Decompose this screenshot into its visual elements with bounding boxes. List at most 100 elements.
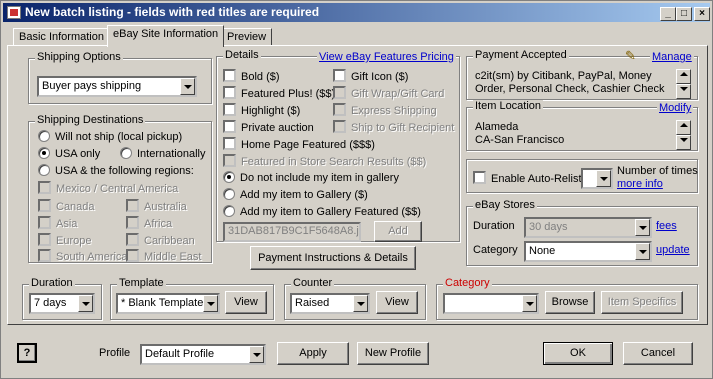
shipping-options-value: Buyer pays shipping [42, 80, 142, 92]
chevron-down-icon[interactable] [596, 170, 611, 187]
region-europe[interactable]: Europe [38, 233, 91, 249]
enable-auto-relist-checkbox[interactable]: Enable Auto-Relist [473, 171, 582, 187]
stores-duration-label: Duration [473, 220, 515, 232]
stores-category-select[interactable]: None [524, 241, 652, 262]
ship-to-gift-label: Ship to Gift Recipient [351, 122, 455, 134]
new-profile-button[interactable]: New Profile [357, 342, 429, 365]
profile-select[interactable]: Default Profile [140, 344, 266, 365]
help-icon[interactable]: ? [17, 343, 37, 363]
tab-basic-information[interactable]: Basic Information [13, 28, 110, 46]
checkbox-icon [223, 69, 236, 82]
region-label: Africa [144, 218, 173, 230]
scroll-up-icon[interactable] [676, 120, 691, 135]
region-canada[interactable]: Canada [38, 199, 95, 215]
region-south-america[interactable]: South America [38, 249, 128, 265]
option-featured-plus[interactable]: Featured Plus! ($$) [223, 86, 335, 102]
option-gift-icon[interactable]: Gift Icon ($) [333, 69, 408, 85]
region-middle-east[interactable]: Middle East [126, 249, 201, 265]
item-specifics-button[interactable]: Item Specifics [601, 291, 683, 314]
option-home-page-featured[interactable]: Home Page Featured ($$$) [223, 137, 375, 153]
gallery-add-button[interactable]: Add [374, 221, 422, 242]
radio-usa-only[interactable]: USA only [38, 147, 100, 163]
chevron-down-icon[interactable] [203, 295, 218, 312]
scroll-down-icon[interactable] [676, 135, 691, 150]
counter-view-button[interactable]: View [376, 291, 418, 314]
region-label: Caribbean [144, 235, 195, 247]
window-title: New batch listing - fields with red titl… [25, 5, 320, 19]
payment-methods-list[interactable]: c2it(sm) by Citibank, PayPal, Money Orde… [473, 69, 691, 99]
region-asia[interactable]: Asia [38, 216, 77, 232]
minimize-button[interactable]: _ [660, 7, 676, 21]
option-featured-store[interactable]: Featured in Store Search Results ($$) [223, 154, 426, 170]
tab-ebay-site-information[interactable]: eBay Site Information [107, 25, 225, 47]
maximize-button[interactable]: □ [676, 7, 692, 21]
counter-label: Counter [291, 277, 335, 289]
gallery-add-label: Add my item to Gallery ($) [240, 189, 368, 201]
region-label: Mexico / Central America [56, 183, 179, 195]
radio-usa-following-regions[interactable]: USA & the following regions: [38, 164, 194, 180]
template-select[interactable]: * Blank Template [116, 293, 220, 314]
checkbox-icon [223, 120, 236, 133]
featured-plus-label: Featured Plus! ($$) [241, 88, 336, 100]
radio-gallery-add[interactable]: Add my item to Gallery ($) [223, 188, 368, 204]
express-shipping-label: Express Shipping [351, 105, 437, 117]
tab-preview[interactable]: Preview [221, 28, 273, 46]
close-button[interactable]: × [694, 7, 710, 21]
region-mexico-central-america[interactable]: Mexico / Central America [38, 181, 178, 197]
scroll-up-icon[interactable] [676, 69, 691, 84]
counter-select[interactable]: Raised [290, 293, 370, 314]
region-australia[interactable]: Australia [126, 199, 187, 215]
item-location-list[interactable]: Alameda CA-San Francisco [473, 120, 691, 150]
gallery-image-field[interactable]: 31DAB817B9C1F5648A8.jp [223, 222, 361, 242]
radio-icon [120, 147, 132, 159]
chevron-down-icon[interactable] [635, 243, 650, 260]
region-africa[interactable]: Africa [126, 216, 172, 232]
chevron-down-icon[interactable] [249, 346, 264, 363]
apply-button[interactable]: Apply [277, 342, 349, 365]
radio-icon [223, 188, 235, 200]
radio-will-not-ship[interactable]: Will not ship (local pickup) [38, 130, 182, 146]
scroll-down-icon[interactable] [676, 84, 691, 99]
fees-link[interactable]: fees [656, 220, 677, 232]
title-bar[interactable]: New batch listing - fields with red titl… [3, 3, 710, 22]
option-express-shipping[interactable]: Express Shipping [333, 103, 437, 119]
view-features-pricing-link[interactable]: View eBay Features Pricing [317, 51, 456, 63]
auto-relist-label: Enable Auto-Relist [491, 173, 582, 185]
chevron-down-icon[interactable] [353, 295, 368, 312]
more-info-link[interactable]: more info [617, 178, 663, 190]
ok-button[interactable]: OK [543, 342, 613, 365]
chevron-down-icon[interactable] [78, 295, 93, 312]
modify-location-link[interactable]: Modify [657, 102, 694, 114]
checkbox-icon [333, 103, 346, 116]
stores-duration-select[interactable]: 30 days [524, 217, 652, 238]
chevron-down-icon[interactable] [522, 295, 537, 312]
cancel-button[interactable]: Cancel [623, 342, 693, 365]
option-private-auction[interactable]: Private auction [223, 120, 314, 136]
template-view-button[interactable]: View [225, 291, 267, 314]
payment-methods-text: c2it(sm) by Citibank, PayPal, Money Orde… [475, 70, 665, 95]
duration-select[interactable]: 7 days [29, 293, 95, 314]
region-caribbean[interactable]: Caribbean [126, 233, 195, 249]
chevron-down-icon[interactable] [635, 219, 650, 236]
chevron-down-icon[interactable] [180, 78, 195, 95]
update-link[interactable]: update [656, 244, 690, 256]
payment-instructions-button[interactable]: Payment Instructions & Details [250, 246, 416, 270]
option-ship-to-gift[interactable]: Ship to Gift Recipient [333, 120, 454, 136]
shipping-options-group: Shipping Options Buyer pays shipping [28, 51, 212, 104]
relist-times-select[interactable] [581, 168, 613, 189]
option-bold[interactable]: Bold ($) [223, 69, 280, 85]
option-gift-wrap[interactable]: Gift Wrap/Gift Card [333, 86, 444, 102]
radio-gallery-featured[interactable]: Add my item to Gallery Featured ($$) [223, 205, 421, 221]
duration-value: 7 days [34, 297, 67, 309]
radio-gallery-none[interactable]: Do not include my item in gallery [223, 171, 399, 187]
category-select[interactable] [443, 293, 539, 314]
option-highlight[interactable]: Highlight ($) [223, 103, 300, 119]
radio-internationally[interactable]: Internationally [120, 147, 206, 163]
category-label: Category [443, 277, 492, 289]
manage-payment-link[interactable]: Manage [650, 51, 694, 63]
browse-category-button[interactable]: Browse [545, 291, 595, 314]
radio-icon [38, 164, 50, 176]
radio-icon [223, 205, 235, 217]
checkbox-icon [473, 171, 486, 184]
shipping-options-select[interactable]: Buyer pays shipping [37, 76, 197, 97]
